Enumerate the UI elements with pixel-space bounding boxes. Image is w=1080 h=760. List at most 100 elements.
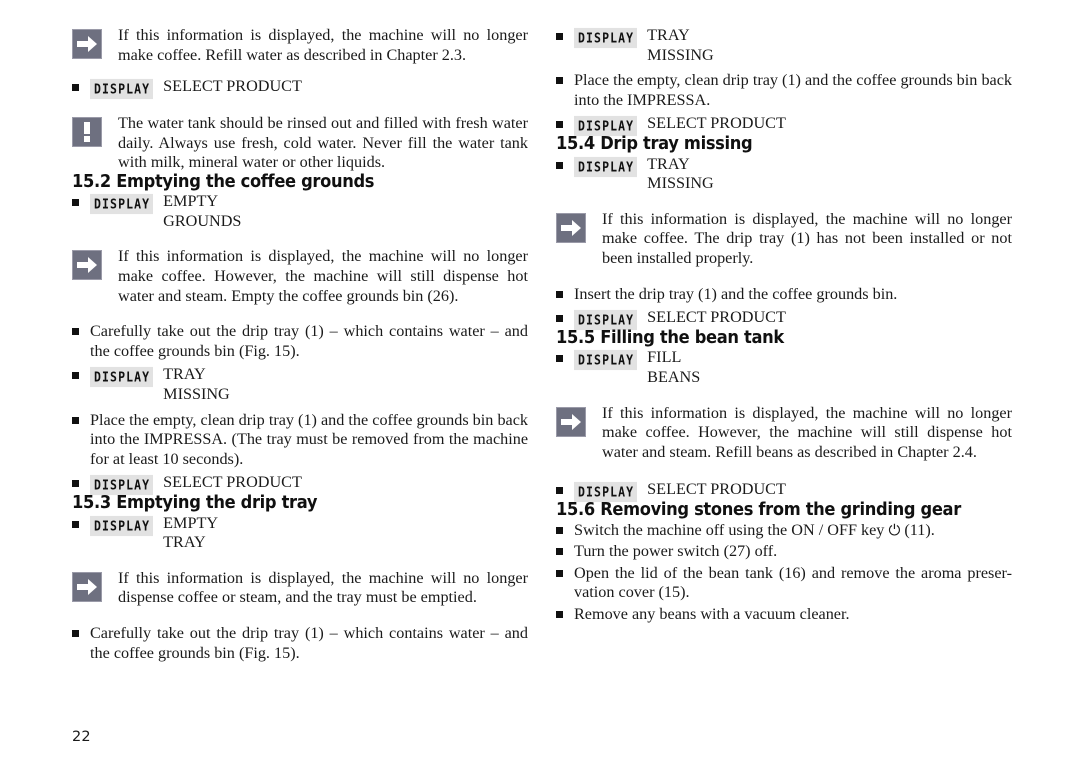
note-line: make coffee. However, the machine will s… <box>602 423 1012 442</box>
display-line: TRAY <box>647 26 690 44</box>
right-column: DISPLAY TRAY MISSING Place the empty, cl… <box>540 0 1080 760</box>
display-badge: DISPLAY <box>90 367 154 388</box>
display-value: TRAY MISSING <box>153 365 528 404</box>
display-value: SELECT PRODUCT <box>153 473 528 493</box>
list-item-power-switch-off: Turn the power switch (27) off. <box>556 542 1012 562</box>
list-item-take-out-tray: Carefully take out the drip tray (1) – w… <box>72 322 528 361</box>
square-bullet-icon <box>72 514 90 528</box>
list-line: Place the empty, clean drip tray (1) and… <box>574 71 978 90</box>
display-row-select-product: DISPLAY SELECT PRODUCT <box>556 480 1012 503</box>
display-line: SELECT PRODUCT <box>647 480 786 499</box>
square-bullet-icon <box>72 365 90 380</box>
display-value: TRAY MISSING <box>637 26 1012 65</box>
display-value: SELECT PRODUCT <box>637 114 1012 134</box>
display-line: GROUNDS <box>163 211 242 230</box>
display-row-tray-missing: DISPLAY TRAY MISSING <box>72 365 528 404</box>
display-row-select-product: DISPLAY SELECT PRODUCT <box>556 308 1012 331</box>
note-line: dispense coffee or steam, and the tray m… <box>118 588 477 607</box>
arrow-right-icon <box>72 571 102 602</box>
section-heading-15-6: 15.6 Removing stones from the grinding g… <box>556 500 961 521</box>
display-line: TRAY <box>163 533 206 552</box>
note-icon-cell <box>556 404 602 437</box>
note-line: The water tank should be rinsed out and … <box>118 114 488 133</box>
display-line: SELECT PRODUCT <box>163 473 302 492</box>
note-line: If this information is displayed, the ma… <box>118 26 528 44</box>
square-bullet-icon <box>556 26 574 40</box>
arrow-right-icon <box>556 212 586 243</box>
square-bullet-icon <box>556 285 574 298</box>
manual-page: If this information is displayed, the ma… <box>0 0 1080 760</box>
note-tray-missing: If this information is displayed, the ma… <box>556 210 1012 269</box>
note-empty-grounds: If this information is displayed, the ma… <box>72 247 528 306</box>
square-bullet-icon <box>72 192 90 207</box>
note-empty-drip-tray: If this information is displayed, the ma… <box>72 569 528 608</box>
display-row-select-product: DISPLAY SELECT PRODUCT <box>556 114 1012 137</box>
list-item-take-out-tray: Carefully take out the drip tray (1) – w… <box>72 624 528 663</box>
display-badge: DISPLAY <box>574 27 638 49</box>
list-line: Switch the machine off using the ON / OF… <box>574 520 889 539</box>
display-badge: DISPLAY <box>90 515 154 536</box>
square-bullet-icon <box>556 542 574 556</box>
display-row-tray-missing: DISPLAY TRAY MISSING <box>556 155 1012 194</box>
note-line: been installed properly. <box>602 249 754 267</box>
square-bullet-icon <box>556 308 574 323</box>
square-bullet-icon <box>556 114 574 129</box>
display-line: TRAY <box>647 154 690 173</box>
square-bullet-icon <box>556 155 574 169</box>
display-value: EMPTY GROUNDS <box>153 192 528 231</box>
note-line: water and steam. Empty the coffee ground… <box>118 286 459 305</box>
list-item-text: Insert the drip tray (1) and the coffee … <box>574 284 898 303</box>
note-line: If this information is displayed, the ma… <box>602 209 1012 228</box>
display-line: BEANS <box>647 368 701 387</box>
display-row-select-product: DISPLAY SELECT PRODUCT <box>72 473 528 496</box>
arrow-right-icon <box>556 406 586 437</box>
square-bullet-icon <box>72 473 90 488</box>
display-line: EMPTY <box>163 513 219 532</box>
note-line: If this information is displayed, the ma… <box>118 247 528 266</box>
display-line: FILL <box>647 348 682 367</box>
display-line: SELECT PRODUCT <box>647 114 786 133</box>
note-water-tank-warning: The water tank should be rinsed out and … <box>72 114 528 173</box>
display-line: MISSING <box>163 384 230 403</box>
list-line: vation cover (15). <box>574 583 690 602</box>
list-item-text: Switch the machine off using the ON / OF… <box>574 521 1012 541</box>
list-item-place-tray-back: Place the empty, clean drip tray (1) and… <box>556 71 1012 110</box>
square-bullet-icon <box>72 77 90 92</box>
square-bullet-icon <box>556 348 574 363</box>
display-line: MISSING <box>647 174 714 193</box>
display-line: MISSING <box>647 45 714 64</box>
display-row-empty-grounds: DISPLAY EMPTY GROUNDS <box>72 192 528 231</box>
square-bullet-icon <box>556 605 574 619</box>
section-heading-15-4: 15.4 Drip tray missing <box>556 134 753 155</box>
list-item-vacuum-beans: Remove any beans with a vacuum cleaner. <box>556 605 1012 625</box>
note-water-refill: If this information is displayed, the ma… <box>72 26 528 65</box>
note-icon-cell <box>72 26 118 59</box>
list-item-text: Place the empty, clean drip tray (1) and… <box>90 411 528 470</box>
list-item-text: Remove any beans with a vacuum cleaner. <box>574 605 850 624</box>
note-text: The water tank should be rinsed out and … <box>118 114 528 173</box>
list-line: Open the lid of the bean tank (16) and r… <box>574 563 1012 582</box>
note-icon-cell <box>556 210 602 243</box>
page-number: 22 <box>72 729 91 745</box>
note-icon-cell <box>72 569 118 602</box>
display-row-select-product: DISPLAY SELECT PRODUCT <box>72 77 528 100</box>
display-badge: DISPLAY <box>90 194 154 215</box>
display-row-tray-missing: DISPLAY TRAY MISSING <box>556 26 1012 65</box>
square-bullet-icon <box>72 411 90 424</box>
display-badge: DISPLAY <box>574 156 638 177</box>
note-icon-cell <box>72 114 118 148</box>
section-heading-15-2: 15.2 Emptying the coffee grounds <box>72 171 375 192</box>
square-bullet-icon <box>556 71 574 85</box>
list-item-text: Open the lid of the bean tank (16) and r… <box>574 564 1012 603</box>
note-icon-cell <box>72 247 118 281</box>
list-line: Carefully take out the drip tray (1) – w… <box>90 623 528 642</box>
section-heading-15-5: 15.5 Filling the bean tank <box>556 328 784 349</box>
list-item-text: Carefully take out the drip tray (1) – w… <box>90 322 528 361</box>
list-line: the coffee grounds bin (Fig. 15). <box>90 643 300 662</box>
display-value: FILL BEANS <box>637 348 1012 387</box>
display-value: SELECT PRODUCT <box>153 77 528 97</box>
display-row-fill-beans: DISPLAY FILL BEANS <box>556 348 1012 387</box>
display-line: TRAY <box>163 365 206 384</box>
note-text: If this information is displayed, the ma… <box>602 404 1012 463</box>
display-value: SELECT PRODUCT <box>637 480 1012 500</box>
